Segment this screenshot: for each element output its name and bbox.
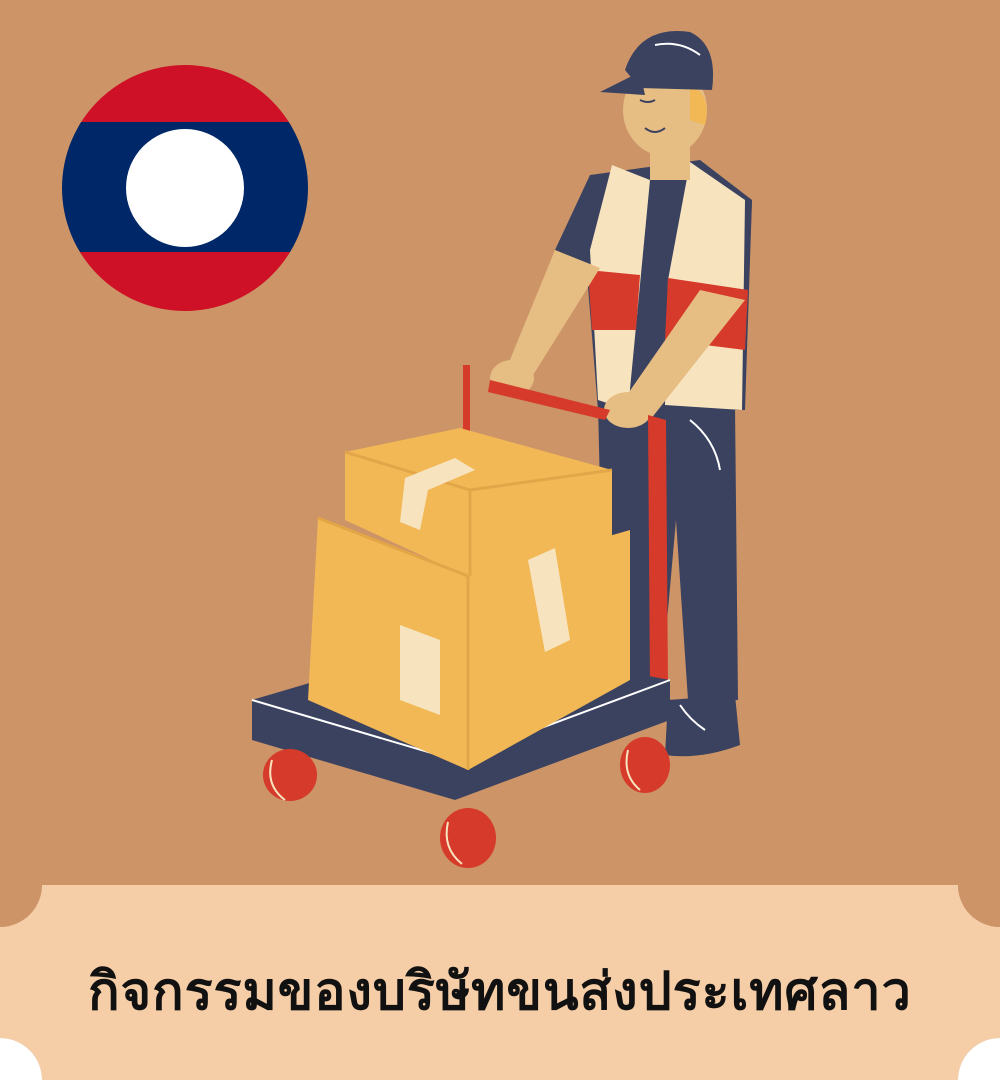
illustration-scene — [0, 31, 1000, 1080]
laos-flag-icon — [62, 65, 308, 311]
wheel — [440, 808, 496, 868]
caption-title: กิจกรรมของบริษัทขนส่งประเทศลาว — [88, 961, 912, 1022]
wheel — [263, 749, 317, 801]
wheel — [620, 737, 670, 793]
